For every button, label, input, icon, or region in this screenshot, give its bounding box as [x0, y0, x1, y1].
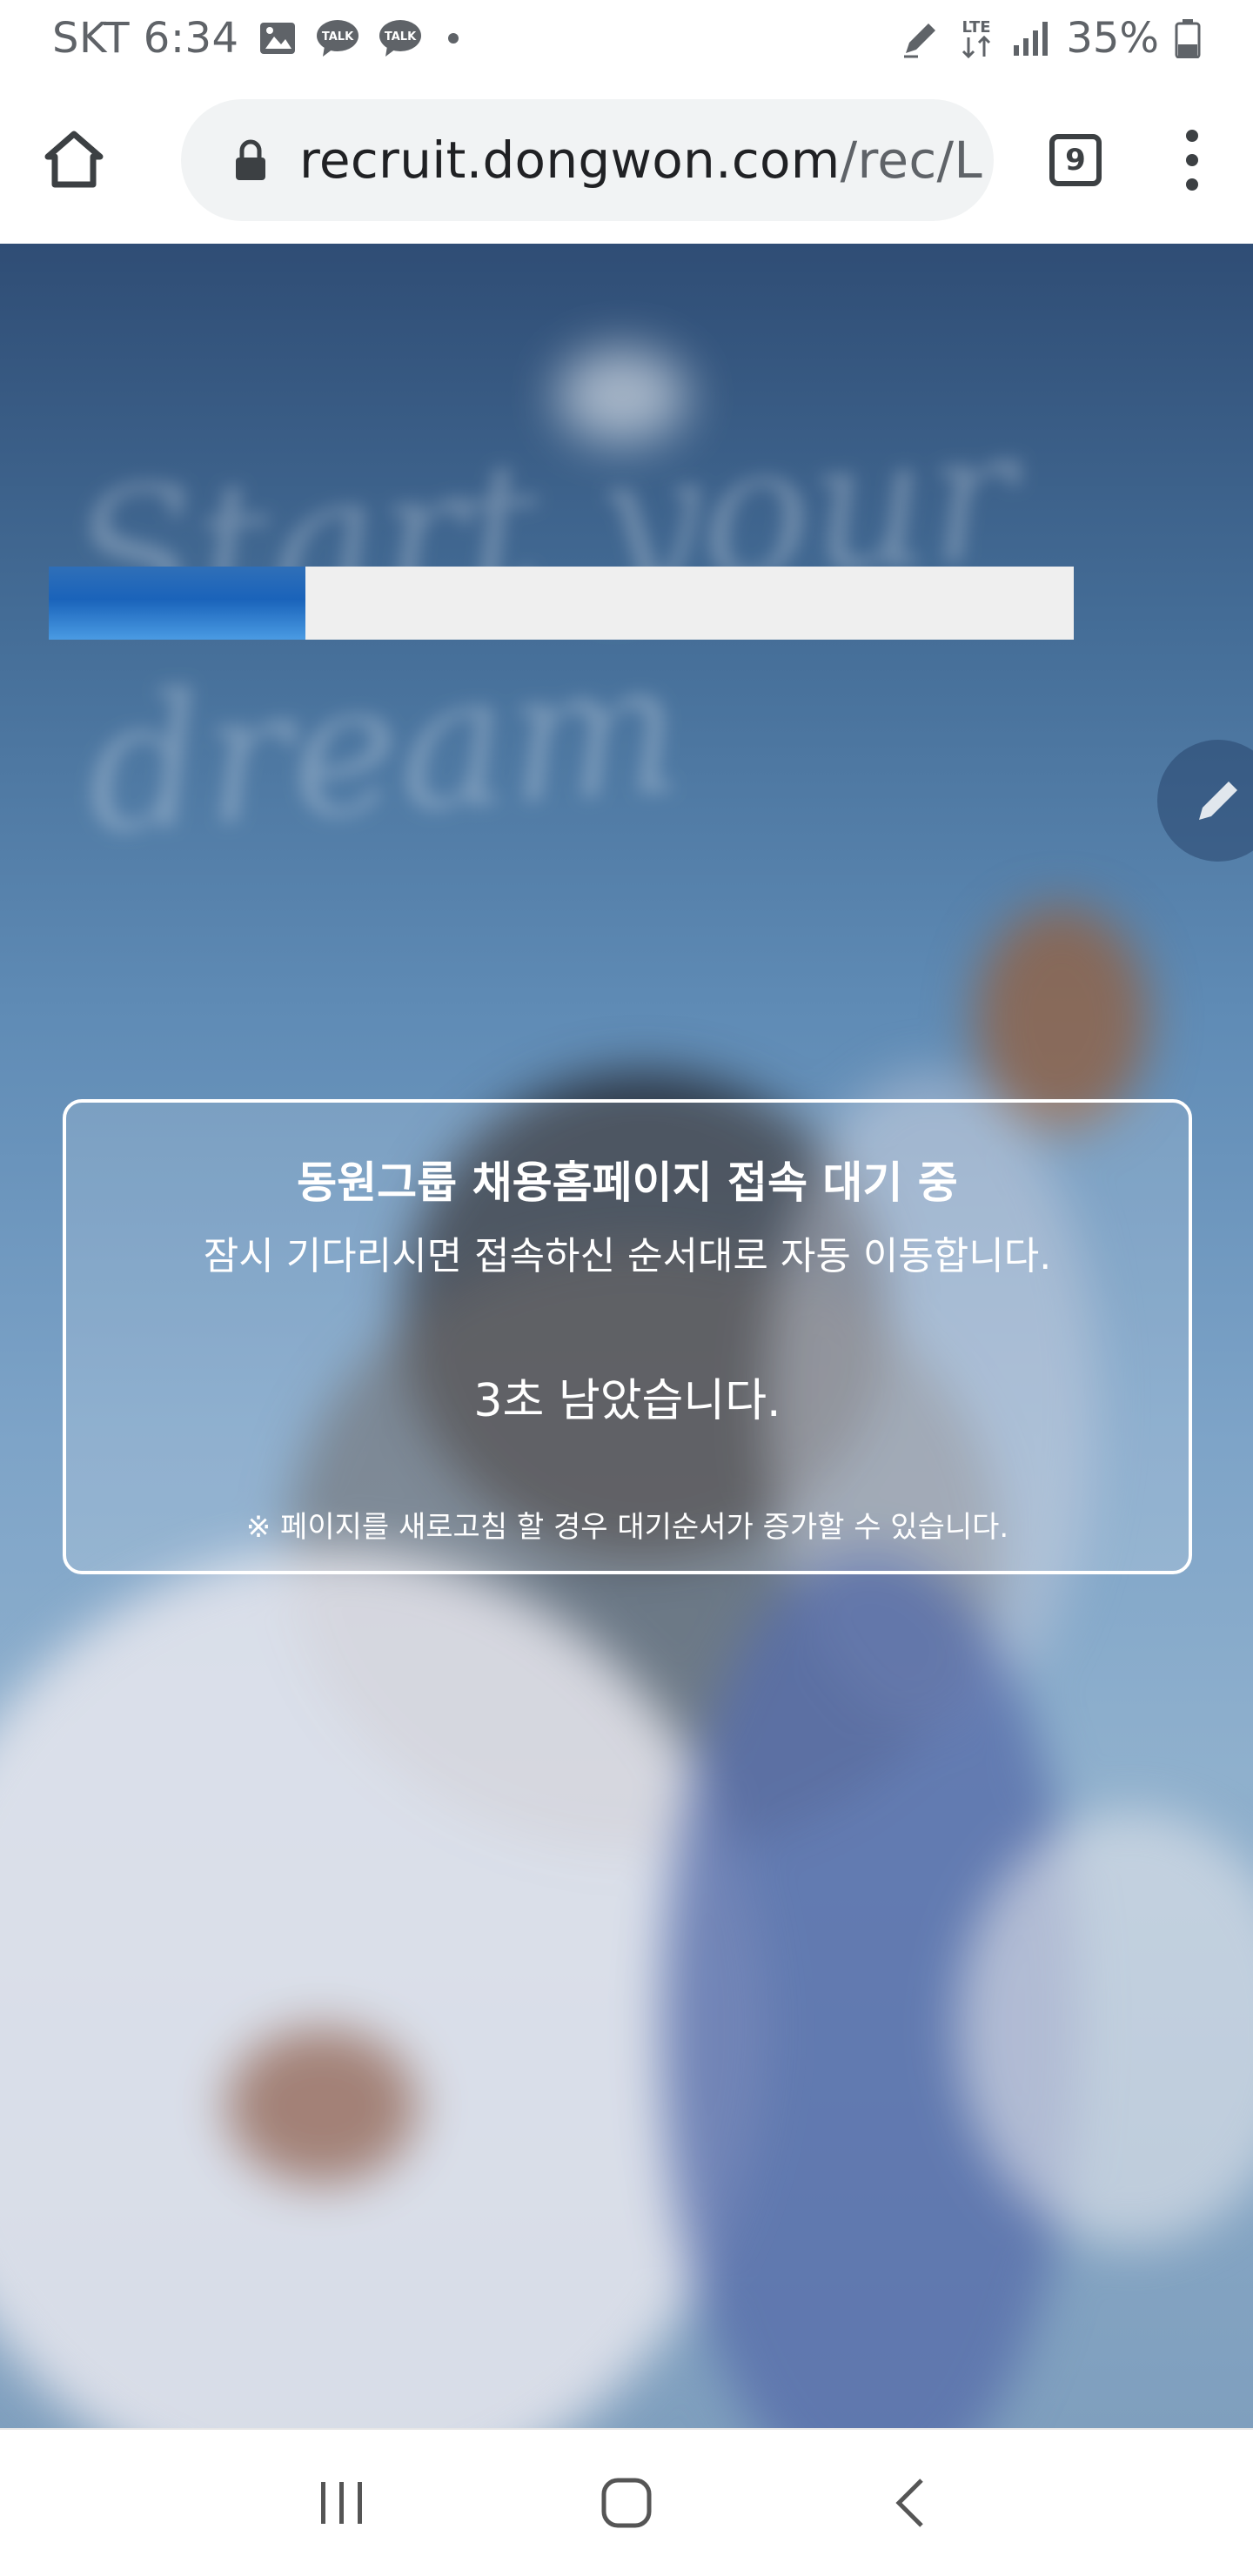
queue-wait-dialog: 동원그룹 채용홈페이지 접속 대기 중 잠시 기다리시면 접속하신 순서대로 자…: [63, 1099, 1192, 1574]
url-domain: recruit.dongwon.com: [299, 131, 841, 190]
tab-switcher-button[interactable]: 9: [1049, 134, 1102, 186]
back-button[interactable]: [868, 2459, 955, 2546]
carrier-time: SKT 6:34: [52, 14, 239, 63]
talk-badge-text: TALK: [321, 30, 353, 44]
browser-toolbar: recruit.dongwon.com/rec/L 9: [0, 77, 1253, 244]
gallery-icon: [258, 21, 297, 56]
talk-badge-text: TALK: [384, 30, 416, 44]
remaining-time: 3초 남았습니다.: [473, 1375, 781, 1427]
progress-bar: [49, 567, 1074, 640]
url-path: /rec/L: [840, 131, 982, 190]
system-nav-bar: [0, 2428, 1253, 2576]
battery-icon: [1175, 18, 1201, 58]
home-nav-icon: [601, 2478, 652, 2528]
wait-subtitle: 잠시 기다리시면 접속하신 순서대로 자동 이동합니다.: [203, 1234, 1052, 1278]
pencil-icon: [1199, 782, 1237, 820]
home-nav-button[interactable]: [583, 2459, 670, 2546]
home-button[interactable]: [35, 121, 113, 199]
progress-fill: [49, 567, 305, 640]
more-vert-icon[interactable]: [1175, 121, 1209, 199]
signal-icon: [1012, 19, 1050, 57]
recent-apps-icon: [321, 2482, 363, 2524]
home-icon: [44, 131, 104, 188]
stylus-icon: [901, 18, 941, 58]
recent-apps-button[interactable]: [298, 2459, 385, 2546]
lock-icon: [236, 139, 265, 180]
url-text: recruit.dongwon.com/rec/L: [299, 131, 982, 190]
lte-icon: LTE: [956, 17, 996, 60]
status-right: LTE 35%: [901, 14, 1201, 63]
status-bar: SKT 6:34 TALK TALK LTE 35%: [0, 0, 1253, 77]
back-icon: [895, 2479, 923, 2527]
url-bar[interactable]: recruit.dongwon.com/rec/L: [181, 99, 994, 221]
screen: SKT 6:34 TALK TALK LTE 35% recruit.dongw…: [0, 0, 1253, 2576]
wait-title: 동원그룹 채용홈페이지 접속 대기 중: [297, 1157, 958, 1208]
dot-icon: [447, 33, 459, 44]
kakaotalk-icon: TALK: [379, 18, 422, 58]
tab-count: 9: [1065, 143, 1086, 178]
kakaotalk-icon: TALK: [316, 18, 359, 58]
refresh-warning: ※ 페이지를 새로고침 할 경우 대기순서가 증가할 수 있습니다.: [245, 1510, 1009, 1545]
status-left: SKT 6:34 TALK TALK: [52, 14, 459, 63]
battery-percentage: 35%: [1066, 14, 1159, 63]
lte-label: LTE: [962, 18, 991, 37]
